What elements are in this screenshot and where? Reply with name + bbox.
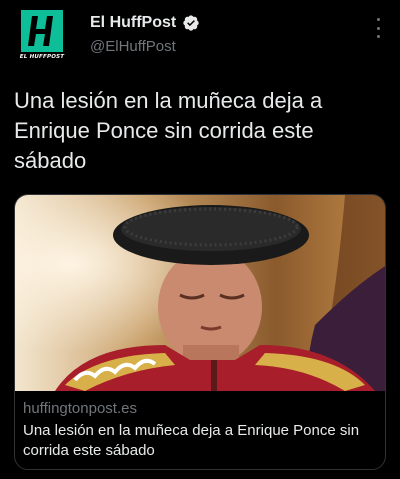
card-image[interactable] — [15, 195, 386, 391]
handle[interactable]: @ElHuffPost — [90, 38, 200, 55]
author-block: El HuffPost @ElHuffPost — [90, 14, 200, 55]
tweet: EL HUFFPOST El HuffPost @ElHuffPost Una … — [0, 0, 400, 479]
card-domain: huffingtonpost.es — [23, 400, 137, 417]
name-row: El HuffPost — [90, 14, 200, 32]
card-title[interactable]: Una lesión en la muñeca deja a Enrique P… — [23, 421, 379, 461]
verified-badge-icon — [183, 15, 199, 31]
link-card[interactable]: huffingtonpost.es Una lesión en la muñec… — [14, 194, 386, 470]
avatar-caption: EL HUFFPOST — [19, 54, 65, 60]
avatar[interactable]: EL HUFFPOST — [14, 10, 70, 66]
huffpost-logo-icon — [21, 10, 63, 52]
tweet-text: Una lesión en la muñeca deja a Enrique P… — [14, 88, 323, 173]
more-options-icon[interactable] — [374, 18, 382, 38]
display-name[interactable]: El HuffPost — [90, 14, 176, 32]
card-meta: huffingtonpost.es Una lesión en la muñec… — [23, 399, 379, 461]
